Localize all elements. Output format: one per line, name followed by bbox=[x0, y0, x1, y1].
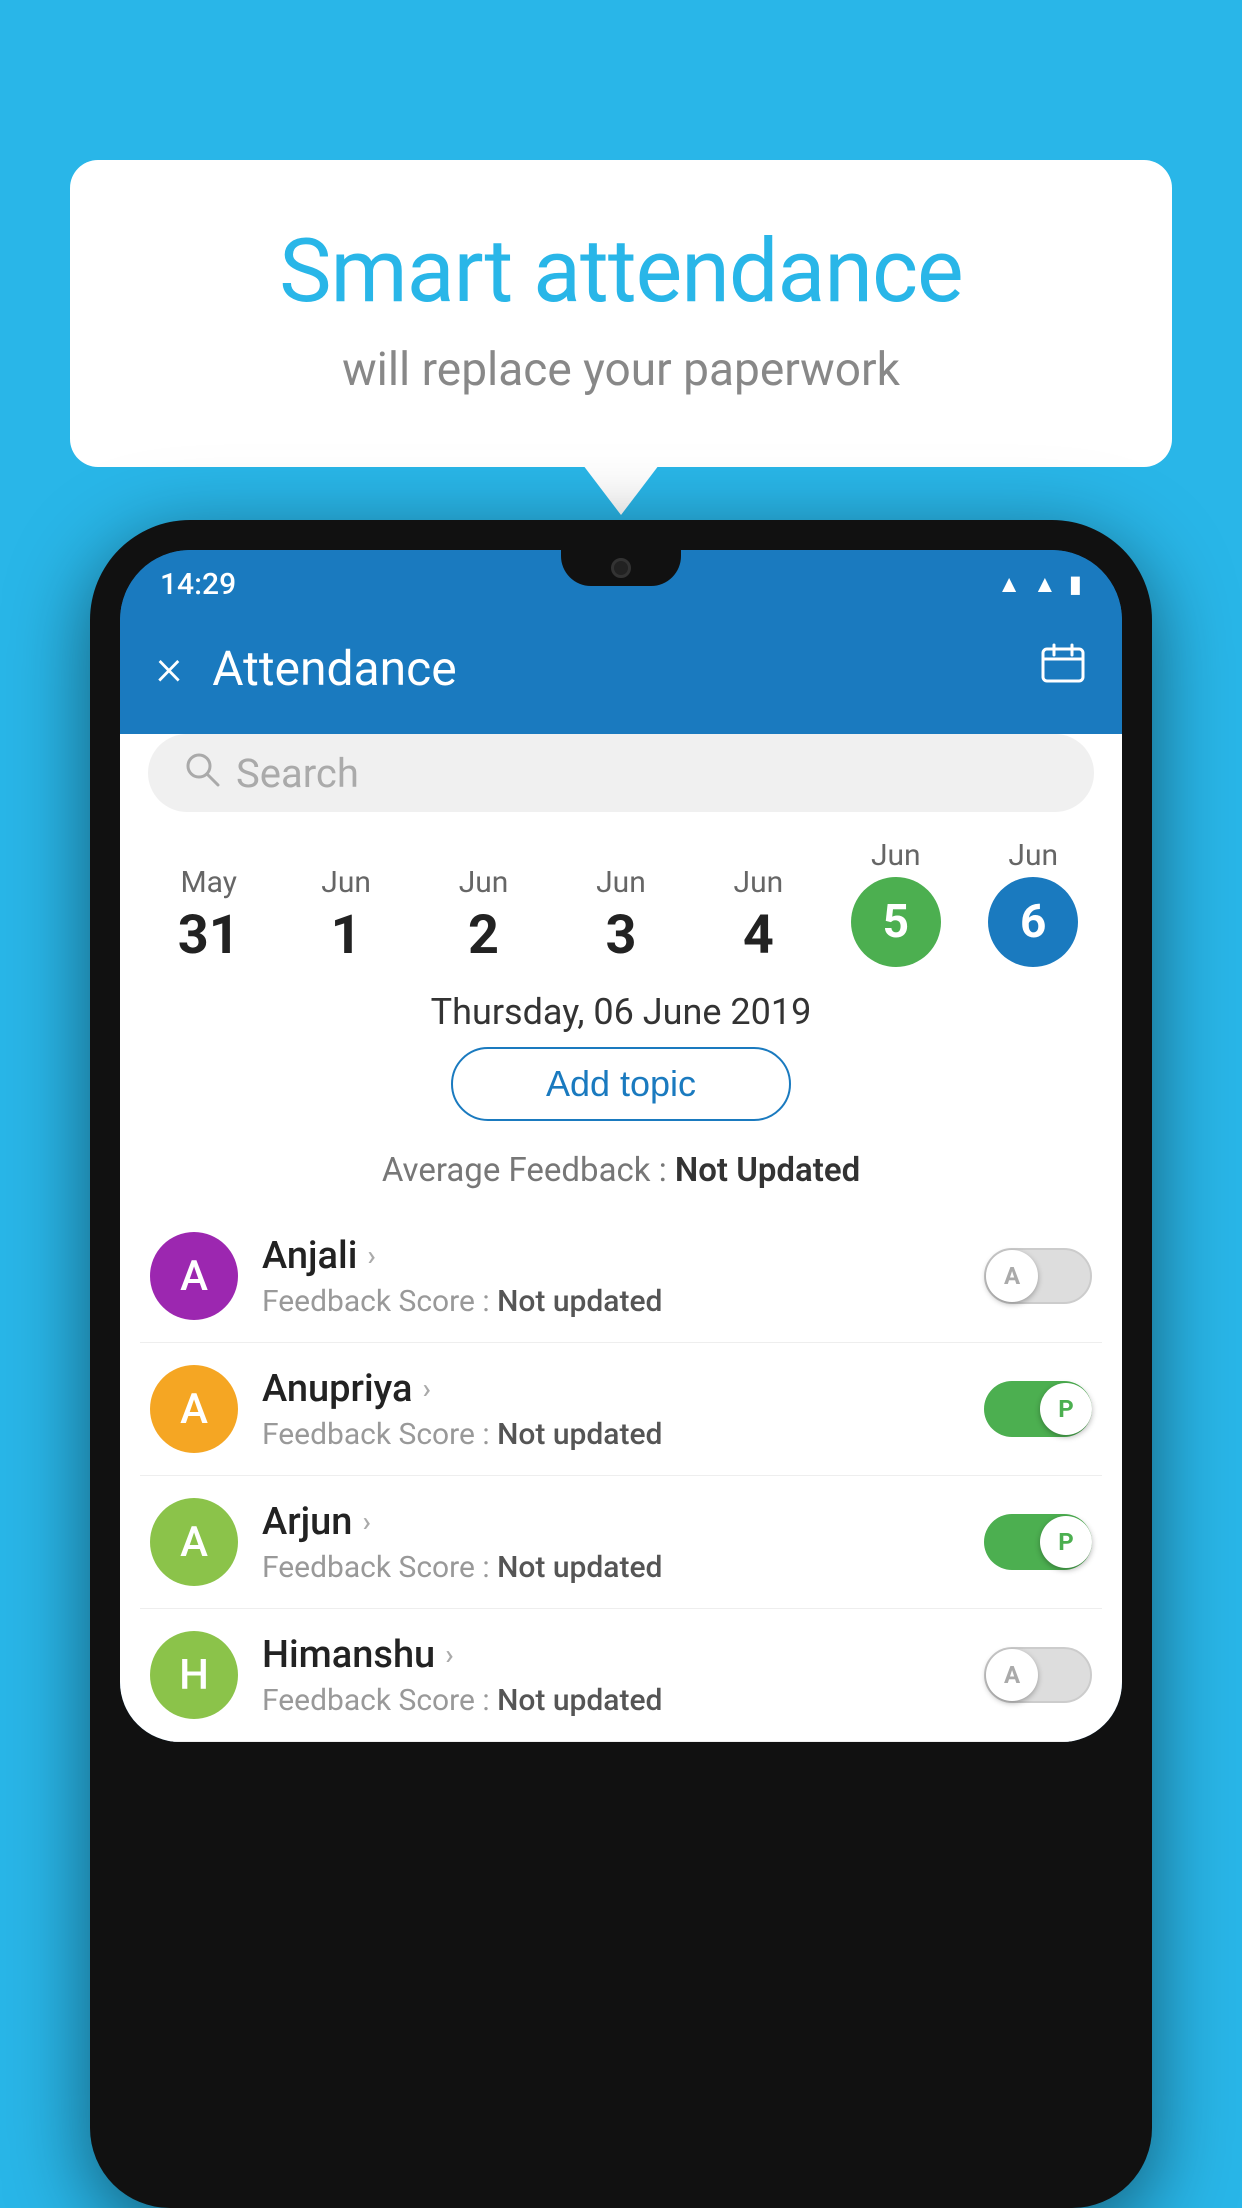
student-name-arjun: Arjun › bbox=[262, 1500, 960, 1544]
student-item-anupriya[interactable]: A Anupriya › Feedback Score : Not update… bbox=[140, 1343, 1102, 1476]
date-jun6-selected[interactable]: Jun 6 bbox=[973, 838, 1093, 967]
speech-bubble: Smart attendance will replace your paper… bbox=[70, 160, 1172, 467]
phone-inner: 14:29 ▲ ▲ ▮ × Attendance bbox=[120, 550, 1122, 1742]
search-icon bbox=[184, 751, 220, 796]
close-button[interactable]: × bbox=[156, 639, 182, 697]
chevron-icon-anupriya: › bbox=[422, 1372, 430, 1405]
avg-feedback: Average Feedback : Not Updated bbox=[120, 1141, 1122, 1210]
phone-screen: Search May 31 Jun 1 Jun 2 Jun 3 bbox=[120, 734, 1122, 1742]
toggle-switch-arjun[interactable]: P bbox=[984, 1514, 1092, 1570]
phone-frame: 14:29 ▲ ▲ ▮ × Attendance bbox=[90, 520, 1152, 2208]
add-topic-button[interactable]: Add topic bbox=[451, 1047, 791, 1121]
student-feedback-anupriya: Feedback Score : Not updated bbox=[262, 1417, 960, 1452]
toggle-knob-arjun: P bbox=[1040, 1516, 1092, 1568]
student-item-anjali[interactable]: A Anjali › Feedback Score : Not updated … bbox=[140, 1210, 1102, 1343]
notch bbox=[561, 550, 681, 586]
chevron-icon-arjun: › bbox=[362, 1505, 370, 1538]
status-icons: ▲ ▲ ▮ bbox=[997, 570, 1082, 599]
date-strip: May 31 Jun 1 Jun 2 Jun 3 Jun 4 bbox=[120, 828, 1122, 967]
toggle-switch-anupriya[interactable]: P bbox=[984, 1381, 1092, 1437]
student-feedback-himanshu: Feedback Score : Not updated bbox=[262, 1683, 960, 1718]
wifi-icon: ▲ bbox=[997, 570, 1021, 599]
avg-feedback-value: Not Updated bbox=[675, 1151, 860, 1190]
search-placeholder: Search bbox=[236, 750, 359, 797]
student-info-anjali: Anjali › Feedback Score : Not updated bbox=[262, 1234, 960, 1319]
bubble-title: Smart attendance bbox=[150, 220, 1092, 323]
student-info-himanshu: Himanshu › Feedback Score : Not updated bbox=[262, 1633, 960, 1718]
date-jun1[interactable]: Jun 1 bbox=[286, 865, 406, 967]
chevron-icon-anjali: › bbox=[367, 1239, 375, 1272]
toggle-knob-himanshu: A bbox=[986, 1649, 1038, 1701]
battery-icon: ▮ bbox=[1069, 570, 1082, 598]
camera-dot bbox=[611, 558, 631, 578]
student-item-arjun[interactable]: A Arjun › Feedback Score : Not updated P bbox=[140, 1476, 1102, 1609]
student-name-anupriya: Anupriya › bbox=[262, 1367, 960, 1411]
avatar-anjali: A bbox=[150, 1232, 238, 1320]
toggle-himanshu[interactable]: A bbox=[984, 1647, 1092, 1703]
toggle-anjali[interactable]: A bbox=[984, 1248, 1092, 1304]
student-feedback-anjali: Feedback Score : Not updated bbox=[262, 1284, 960, 1319]
toggle-switch-anjali[interactable]: A bbox=[984, 1248, 1092, 1304]
signal-icon: ▲ bbox=[1033, 570, 1057, 599]
student-feedback-arjun: Feedback Score : Not updated bbox=[262, 1550, 960, 1585]
avg-feedback-label: Average Feedback : bbox=[382, 1151, 675, 1190]
student-item-himanshu[interactable]: H Himanshu › Feedback Score : Not update… bbox=[140, 1609, 1102, 1742]
date-jun4[interactable]: Jun 4 bbox=[698, 865, 818, 967]
calendar-icon[interactable] bbox=[1040, 642, 1086, 695]
avatar-arjun: A bbox=[150, 1498, 238, 1586]
toggle-anupriya[interactable]: P bbox=[984, 1381, 1092, 1437]
student-name-himanshu: Himanshu › bbox=[262, 1633, 960, 1677]
avatar-anupriya: A bbox=[150, 1365, 238, 1453]
student-name-anjali: Anjali › bbox=[262, 1234, 960, 1278]
date-jun2[interactable]: Jun 2 bbox=[424, 865, 544, 967]
bubble-subtitle: will replace your paperwork bbox=[150, 343, 1092, 397]
avatar-himanshu: H bbox=[150, 1631, 238, 1719]
toggle-knob-anupriya: P bbox=[1040, 1383, 1092, 1435]
status-time: 14:29 bbox=[160, 567, 236, 602]
date-jun3[interactable]: Jun 3 bbox=[561, 865, 681, 967]
search-bar[interactable]: Search bbox=[148, 734, 1094, 812]
speech-bubble-container: Smart attendance will replace your paper… bbox=[70, 160, 1172, 467]
student-info-arjun: Arjun › Feedback Score : Not updated bbox=[262, 1500, 960, 1585]
app-bar-title: Attendance bbox=[212, 640, 1010, 697]
selected-date-label: Thursday, 06 June 2019 bbox=[120, 967, 1122, 1047]
app-bar: × Attendance bbox=[120, 618, 1122, 718]
date-may31[interactable]: May 31 bbox=[149, 865, 269, 967]
chevron-icon-himanshu: › bbox=[445, 1638, 453, 1671]
student-list: A Anjali › Feedback Score : Not updated … bbox=[120, 1210, 1122, 1742]
student-info-anupriya: Anupriya › Feedback Score : Not updated bbox=[262, 1367, 960, 1452]
status-bar: 14:29 ▲ ▲ ▮ bbox=[120, 550, 1122, 618]
toggle-knob-anjali: A bbox=[986, 1250, 1038, 1302]
toggle-arjun[interactable]: P bbox=[984, 1514, 1092, 1570]
toggle-switch-himanshu[interactable]: A bbox=[984, 1647, 1092, 1703]
date-jun5-today[interactable]: Jun 5 bbox=[836, 838, 956, 967]
